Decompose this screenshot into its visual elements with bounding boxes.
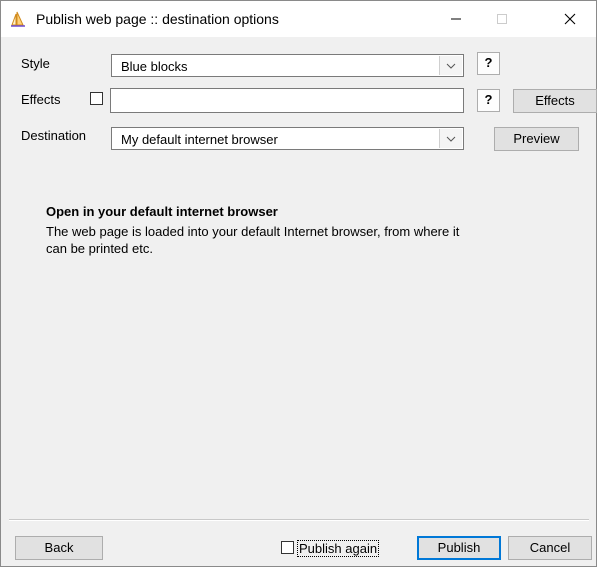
info-text: The web page is loaded into your default… [46,224,460,256]
minimize-button[interactable] [433,1,479,37]
back-button[interactable]: Back [15,536,103,560]
style-label-text: Style [21,56,50,71]
effects-checkbox[interactable] [90,92,103,105]
effects-help-button[interactable]: ? [477,89,500,112]
preview-button[interactable]: Preview [494,127,579,151]
publish-again-label[interactable]: Publish again [297,540,380,557]
dialog-window: Publish web page :: destination options … [0,0,597,567]
destination-combobox-value: My default internet browser [121,132,278,147]
maximize-icon [497,14,507,24]
effects-label: Effects [21,92,61,107]
chevron-down-icon[interactable] [439,129,462,148]
style-combobox[interactable]: Blue blocks [111,54,464,77]
style-help-button[interactable]: ? [477,52,500,75]
close-icon [564,13,576,25]
destination-label: Destination [21,128,86,143]
publish-again-checkbox[interactable] [281,541,294,554]
maximize-button[interactable] [479,1,525,37]
info-title: Open in your default internet browser [46,204,278,219]
effects-label-text: Effects [21,92,61,107]
publish-button[interactable]: Publish [417,536,501,560]
title-bar[interactable]: Publish web page :: destination options [1,1,596,37]
destination-combobox[interactable]: My default internet browser [111,127,464,150]
minimize-icon [451,18,461,20]
window-title: Publish web page :: destination options [36,11,279,27]
style-label: Style [21,56,50,71]
chevron-down-icon[interactable] [439,56,462,75]
sail-icon [10,11,26,28]
destination-label-text: Destination [21,128,87,143]
footer-divider-highlight [9,520,589,521]
cancel-button[interactable]: Cancel [508,536,592,560]
effects-button[interactable]: Effects [513,89,597,113]
style-combobox-value: Blue blocks [121,59,188,74]
close-button[interactable] [547,1,593,37]
effects-input[interactable] [110,88,464,113]
